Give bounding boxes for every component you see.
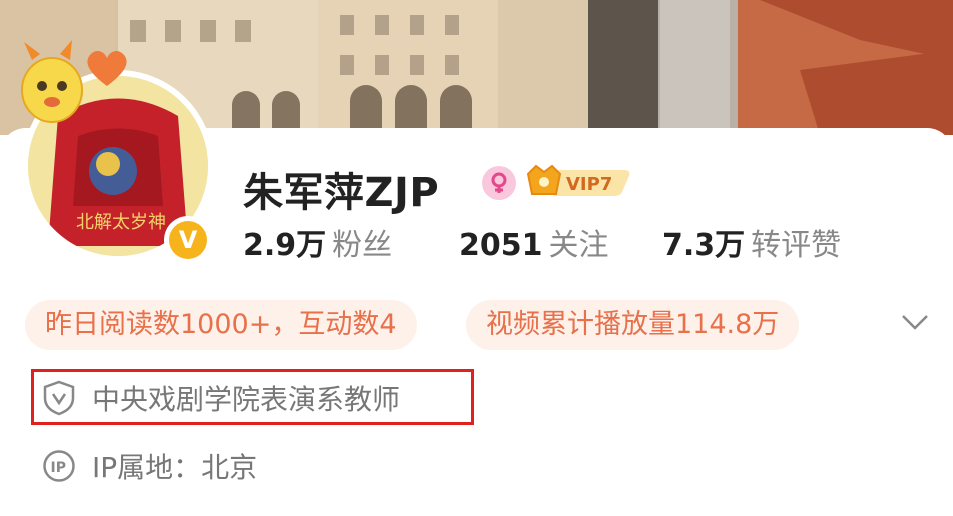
- stat-fans-label: 粉丝: [332, 228, 393, 263]
- reading-stats-tag[interactable]: 昨日阅读数1000+，互动数4: [25, 300, 417, 350]
- stat-fans[interactable]: 2.9万 粉丝: [243, 220, 392, 264]
- stat-fans-value: 2.9万: [243, 228, 327, 263]
- mascot-sticker: [21, 40, 83, 123]
- svg-text:IP: IP: [51, 460, 66, 476]
- ip-location-row: IP IP属地：北京: [42, 446, 257, 486]
- female-gender-icon: [482, 166, 516, 200]
- stat-interactions[interactable]: 7.3万 转评赞: [662, 220, 841, 264]
- profile-name: 朱军萍ZJP: [243, 170, 440, 216]
- chevron-down-icon[interactable]: [900, 312, 930, 332]
- stat-interactions-label: 转评赞: [751, 228, 842, 263]
- vip-badge-icon[interactable]: VIP7: [524, 160, 634, 202]
- verified-badge-icon: V: [164, 216, 212, 264]
- heart-icon: [87, 51, 127, 86]
- avatar-label: 北解太岁神: [76, 212, 166, 233]
- stat-following-value: 2051: [459, 228, 543, 263]
- stat-following[interactable]: 2051 关注: [459, 220, 609, 264]
- vip-label: VIP7: [566, 174, 612, 195]
- stat-following-label: 关注: [548, 228, 609, 263]
- ip-icon: IP: [42, 449, 76, 483]
- ip-location-text: IP属地：北京: [92, 451, 258, 484]
- stat-interactions-value: 7.3万: [662, 228, 746, 263]
- highlight-box: [31, 369, 474, 425]
- video-views-tag[interactable]: 视频累计播放量114.8万: [466, 300, 800, 350]
